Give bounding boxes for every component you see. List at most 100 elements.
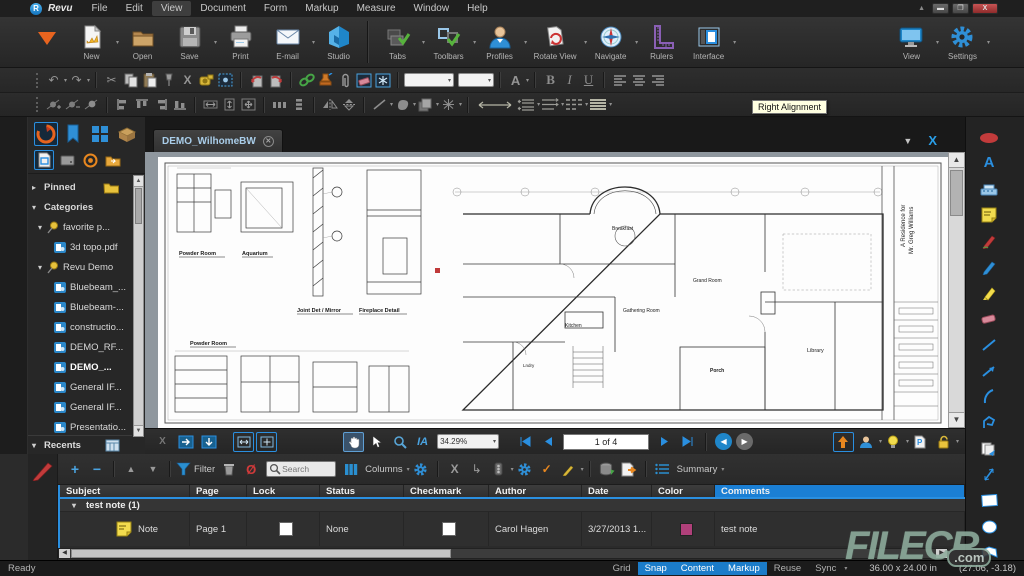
profiles-button[interactable]: Profiles	[476, 23, 523, 61]
undo-caret-icon[interactable]: ▾	[64, 77, 67, 84]
checkmark-button[interactable]: ✓	[538, 460, 556, 478]
rotate-left-button[interactable]	[248, 71, 265, 89]
align-text-center-button[interactable]	[630, 71, 647, 89]
font-family-select[interactable]: ▾	[404, 73, 454, 87]
center-in-document-button[interactable]	[240, 96, 257, 114]
toggle-reuse[interactable]: Reuse	[767, 562, 808, 575]
menu-markup[interactable]: Markup	[296, 1, 347, 16]
toolbar-grip[interactable]	[36, 73, 39, 88]
hatch-pattern-button[interactable]	[440, 96, 457, 114]
ellipse-tool[interactable]	[979, 517, 999, 536]
restore-button[interactable]: ❐	[952, 3, 969, 14]
markup-settings-gear-icon[interactable]	[516, 460, 534, 478]
recent-files-subtab[interactable]	[34, 150, 54, 170]
column-header-color[interactable]: Color	[652, 485, 715, 497]
paste-button[interactable]	[141, 71, 158, 89]
panel-handle-icon[interactable]	[980, 133, 998, 143]
line-style-button[interactable]	[371, 96, 388, 114]
fill-color-caret-icon[interactable]: ▾	[413, 101, 416, 108]
hatch-caret-icon[interactable]: ▾	[459, 101, 462, 108]
table-row[interactable]: Note Page 1 None Carol Hagen 3/27/2013 1…	[60, 512, 965, 546]
fit-page-button[interactable]	[256, 432, 277, 452]
close-button[interactable]: X	[972, 3, 998, 14]
save-button[interactable]: Save	[166, 23, 213, 61]
indent-tools-button[interactable]	[517, 96, 535, 114]
studio-button[interactable]: Studio	[315, 23, 362, 61]
column-header-subject[interactable]: Subject	[60, 485, 190, 497]
thumbnails-tab[interactable]	[88, 122, 112, 146]
spaces-subtab[interactable]	[80, 150, 100, 170]
markups-list-tab-icon[interactable]	[32, 459, 54, 481]
scroll-to-markup-button[interactable]	[833, 432, 854, 452]
line-tool[interactable]	[979, 335, 999, 354]
align-center-horizontal-button[interactable]	[202, 96, 219, 114]
summary-list-icon[interactable]	[654, 460, 672, 478]
sidebar-item-recents[interactable]: ▾ Recents	[28, 435, 132, 454]
highlighter-tool[interactable]	[979, 283, 999, 302]
lightbulb-button[interactable]	[883, 432, 904, 452]
align-bottom-edges-button[interactable]	[171, 96, 188, 114]
sidebar-item-revu-demo[interactable]: ▾ Revu Demo	[28, 257, 132, 277]
document-tab[interactable]: DEMO_WilhomeBW ✕	[153, 129, 283, 152]
split-horizontal-button[interactable]	[198, 432, 219, 452]
open-button[interactable]: Open	[119, 23, 166, 61]
markup-horizontal-scrollbar[interactable]: ◀ ▶	[58, 548, 948, 559]
redo-button[interactable]: ↷	[68, 71, 85, 89]
columns-icon[interactable]	[342, 460, 360, 478]
cut-button[interactable]: ✂	[103, 71, 120, 89]
minimize-button[interactable]: ▬	[932, 3, 949, 14]
scroll-down-icon[interactable]: ▼	[949, 412, 964, 427]
file-access-tab[interactable]	[34, 122, 58, 146]
table-group-row[interactable]: ▾ test note (1)	[60, 499, 965, 512]
line-style-caret-icon[interactable]: ▾	[390, 101, 393, 108]
undo-button[interactable]: ↶	[45, 71, 62, 89]
tabs-button[interactable]: Tabs	[374, 23, 421, 61]
menu-window[interactable]: Window	[405, 1, 459, 16]
print-button[interactable]: Print	[217, 23, 264, 61]
menu-edit[interactable]: Edit	[117, 1, 152, 16]
sets-tab[interactable]	[115, 122, 139, 146]
new-button[interactable]: New	[68, 23, 115, 61]
typewriter-tool[interactable]	[979, 179, 999, 198]
first-page-button[interactable]	[514, 432, 535, 452]
snapshot-tool[interactable]	[979, 439, 999, 458]
rotate-view-button[interactable]: Rotate View	[527, 23, 583, 61]
bold-button[interactable]: B	[542, 71, 559, 89]
color-swatch[interactable]	[680, 523, 693, 536]
collapse-ribbon-icon[interactable]: ▲	[918, 5, 925, 12]
edit-caret-icon[interactable]: ▾	[581, 466, 584, 473]
sidebar-item-3dtopo[interactable]: 3d topo.pdf	[28, 237, 132, 257]
delete-reply-button[interactable]: X	[446, 460, 464, 478]
fit-width-button[interactable]	[233, 432, 254, 452]
distribute-vertically-button[interactable]	[290, 96, 307, 114]
revu-flag-icon[interactable]	[38, 32, 56, 45]
summary-label[interactable]: Summary	[677, 464, 718, 475]
close-view-button[interactable]: X	[152, 432, 173, 452]
lock-caret-icon[interactable]: ▾	[956, 438, 959, 445]
sidebar-item-categories[interactable]: ▾ Categories	[28, 197, 132, 217]
menu-document[interactable]: Document	[191, 1, 255, 16]
pdf-properties-button[interactable]: P	[910, 432, 931, 452]
unlock-button[interactable]	[933, 432, 954, 452]
previous-page-button[interactable]	[537, 432, 558, 452]
layers-caret-icon[interactable]: ▾	[436, 101, 439, 108]
interface-button[interactable]: Interface	[685, 23, 732, 61]
sidebar-item-favorite[interactable]: ▾ favorite p...	[28, 217, 132, 237]
format-pin-icon[interactable]	[160, 71, 177, 89]
rulers-button[interactable]: Rulers	[638, 23, 685, 61]
sidebar-item-construction[interactable]: constructio...	[28, 317, 132, 337]
flip-horizontal-button[interactable]	[321, 96, 338, 114]
attachment-paperclip-icon[interactable]	[336, 71, 353, 89]
menu-view[interactable]: View	[152, 1, 192, 16]
menu-form[interactable]: Form	[255, 1, 296, 16]
split-vertical-button[interactable]	[175, 432, 196, 452]
distribute-horizontally-button[interactable]	[271, 96, 288, 114]
search-input[interactable]	[282, 464, 334, 474]
collapse-all-button[interactable]: −	[88, 460, 106, 478]
filter-label[interactable]: Filter	[194, 464, 215, 475]
delete-vertex-button[interactable]	[64, 96, 81, 114]
interface-caret-icon[interactable]: ▾	[733, 39, 736, 46]
export-summary-icon[interactable]	[620, 460, 638, 478]
pen-tool[interactable]	[979, 231, 999, 250]
collapse-arrow-icon[interactable]: ▾	[28, 441, 40, 450]
